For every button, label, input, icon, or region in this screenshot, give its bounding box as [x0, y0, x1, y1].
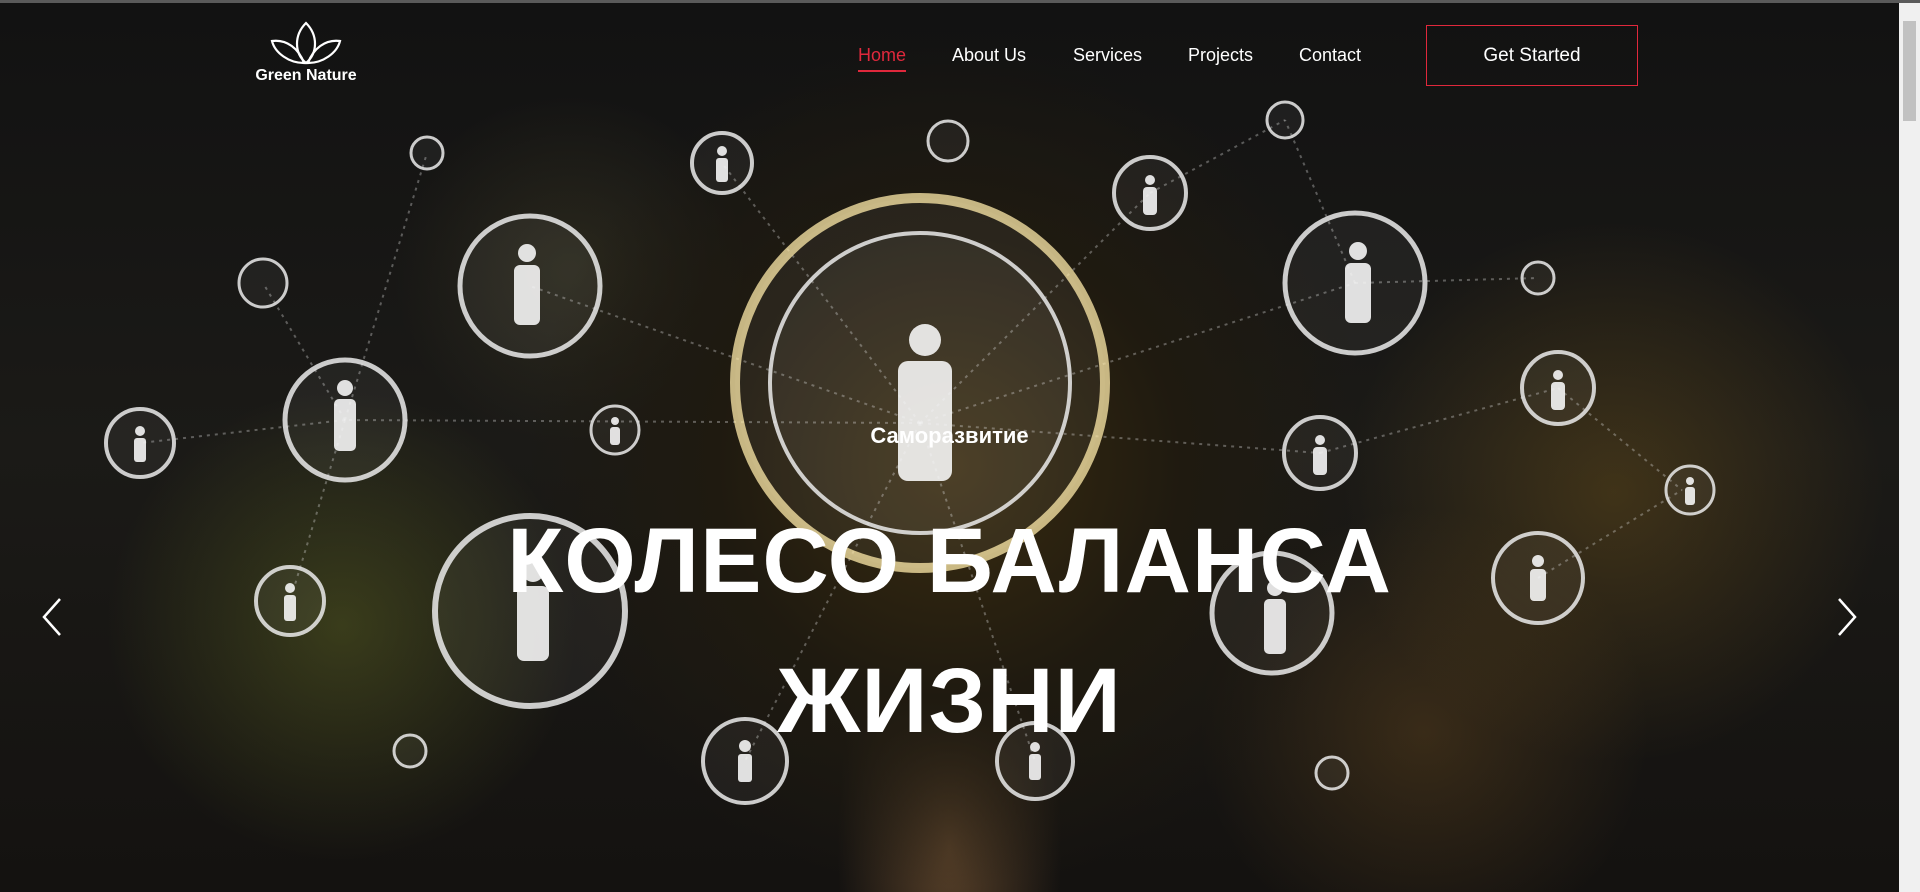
- get-started-button[interactable]: Get Started: [1426, 25, 1638, 86]
- nav-item-contact[interactable]: Contact: [1299, 45, 1361, 66]
- page-scrollbar[interactable]: [1899, 3, 1920, 892]
- slide-headline-line-1: КОЛЕСО БАЛАНСА: [507, 510, 1392, 612]
- scrollbar-thumb[interactable]: [1903, 21, 1916, 121]
- brand-logo[interactable]: Green Nature: [248, 19, 364, 85]
- brand-name: Green Nature: [255, 67, 357, 84]
- slide-headline-line-2: ЖИЗНИ: [777, 650, 1122, 752]
- hero-slider: Green Nature Home About Us Services Proj…: [0, 3, 1899, 892]
- slide-headline: КОЛЕСО БАЛАНСА ЖИЗНИ: [0, 491, 1899, 771]
- nav-item-services[interactable]: Services: [1073, 45, 1142, 66]
- nav-item-about-us[interactable]: About Us: [952, 45, 1026, 66]
- chevron-right-icon[interactable]: [1833, 595, 1861, 639]
- slide-subtitle: Саморазвитие: [870, 423, 1029, 448]
- nav-item-home[interactable]: Home: [858, 45, 907, 72]
- nav-item-projects[interactable]: Projects: [1188, 45, 1253, 66]
- lotus-leaf-icon: [270, 21, 342, 65]
- chevron-left-icon[interactable]: [38, 595, 66, 639]
